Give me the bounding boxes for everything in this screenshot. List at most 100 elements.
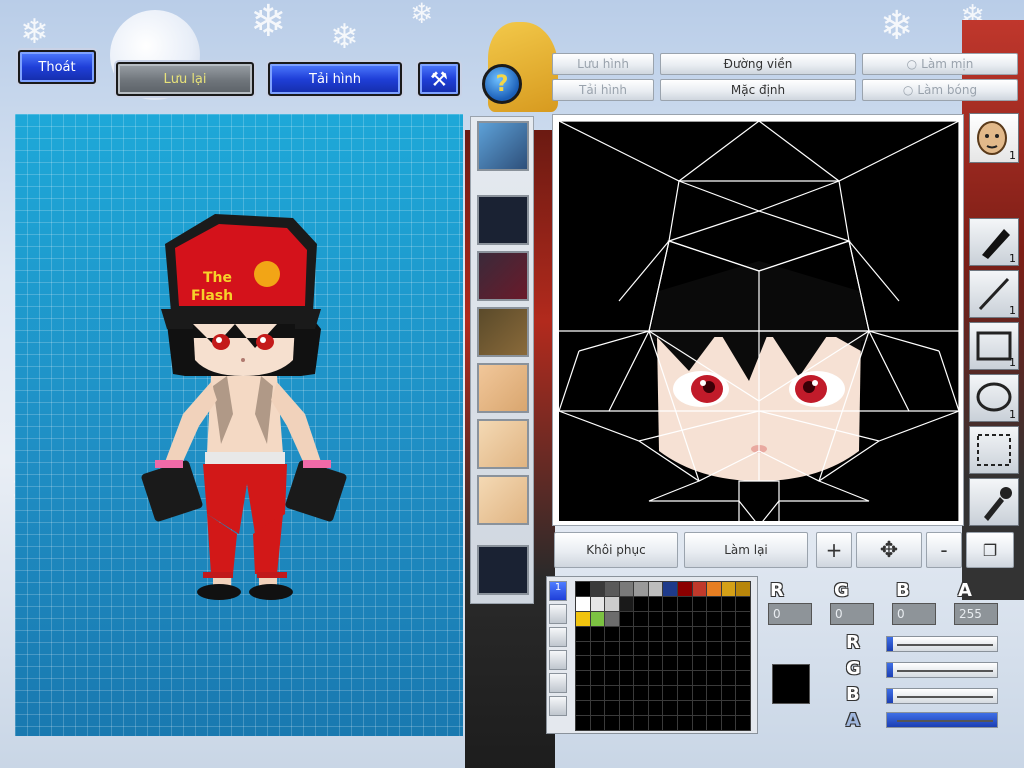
palette-swatch[interactable]	[619, 626, 634, 641]
line-tool-button[interactable]: 1	[969, 270, 1019, 318]
palette-swatch[interactable]	[605, 596, 619, 611]
palette-swatch[interactable]	[707, 641, 721, 656]
palette-swatch[interactable]	[721, 626, 736, 641]
ellipse-tool-button[interactable]: 1	[969, 374, 1019, 422]
palette-swatch[interactable]	[736, 686, 750, 701]
palette-swatch[interactable]	[707, 716, 721, 730]
thumb-body[interactable]	[477, 307, 529, 357]
texture-editor[interactable]	[552, 114, 964, 527]
palette-swatch[interactable]	[678, 611, 692, 626]
palette-swatch[interactable]	[678, 582, 692, 596]
palette-swatch[interactable]	[648, 686, 663, 701]
palette-swatch[interactable]	[678, 701, 692, 716]
palette-swatch[interactable]	[634, 582, 648, 596]
palette-swatch[interactable]	[634, 701, 648, 716]
palette-swatch[interactable]	[736, 671, 750, 686]
palette-swatch[interactable]	[736, 656, 750, 671]
save-image-button[interactable]: Lưu hình	[552, 53, 654, 75]
gloss-option[interactable]: ○ Làm bóng	[862, 79, 1018, 101]
palette-swatch[interactable]	[721, 686, 736, 701]
palette-swatch[interactable]	[707, 701, 721, 716]
palette-swatch[interactable]	[605, 582, 619, 596]
palette-swatch[interactable]	[605, 656, 619, 671]
save-button[interactable]: Lưu lại	[116, 62, 254, 96]
palette-tab[interactable]	[549, 627, 567, 647]
pen-tool-button[interactable]: 1	[969, 218, 1019, 266]
palette-swatch[interactable]	[648, 596, 663, 611]
palette-swatch[interactable]	[590, 701, 605, 716]
palette-swatch[interactable]	[736, 611, 750, 626]
palette-swatch[interactable]	[721, 611, 736, 626]
palette-swatch[interactable]	[692, 641, 707, 656]
palette-swatch[interactable]	[736, 582, 750, 596]
restore-button[interactable]: Khôi phục	[554, 532, 678, 568]
palette-swatch[interactable]	[736, 716, 750, 730]
palette-swatch[interactable]	[663, 582, 678, 596]
rect-tool-button[interactable]: 1	[969, 322, 1019, 370]
palette-swatch[interactable]	[576, 656, 590, 671]
palette-swatch[interactable]	[634, 656, 648, 671]
palette-swatch[interactable]	[634, 716, 648, 730]
palette-swatch[interactable]	[692, 656, 707, 671]
zoom-out-button[interactable]: -	[926, 532, 962, 568]
palette-swatch[interactable]	[707, 656, 721, 671]
thumb-hat[interactable]	[477, 251, 529, 301]
palette-swatch[interactable]	[576, 611, 590, 626]
palette-swatch[interactable]	[605, 611, 619, 626]
exit-button[interactable]: Thoát	[18, 50, 96, 84]
palette-swatch[interactable]	[648, 641, 663, 656]
eyedropper-tool-button[interactable]	[969, 478, 1019, 526]
palette-swatch[interactable]	[663, 596, 678, 611]
palette-swatch[interactable]	[619, 596, 634, 611]
palette-swatch[interactable]	[663, 641, 678, 656]
palette-swatch[interactable]	[619, 686, 634, 701]
r-slider[interactable]	[886, 636, 998, 652]
palette-swatch[interactable]	[678, 686, 692, 701]
palette-swatch[interactable]	[576, 641, 590, 656]
palette-swatch[interactable]	[707, 582, 721, 596]
palette-swatch[interactable]	[576, 671, 590, 686]
palette-swatch[interactable]	[634, 626, 648, 641]
palette-swatch[interactable]	[707, 626, 721, 641]
palette-swatch[interactable]	[721, 671, 736, 686]
b-slider[interactable]	[886, 688, 998, 704]
palette-swatch[interactable]	[576, 686, 590, 701]
palette-swatch[interactable]	[576, 716, 590, 730]
texture-canvas[interactable]	[558, 120, 960, 527]
palette-swatch[interactable]	[678, 716, 692, 730]
palette-swatch[interactable]	[590, 686, 605, 701]
palette-swatch[interactable]	[619, 671, 634, 686]
palette-swatch[interactable]	[634, 671, 648, 686]
palette-swatch[interactable]	[692, 686, 707, 701]
palette-swatch[interactable]	[605, 686, 619, 701]
layer-button[interactable]: ❐	[966, 532, 1014, 568]
select-tool-button[interactable]	[969, 426, 1019, 474]
redo-button[interactable]: Làm lại	[684, 532, 808, 568]
b-value-field[interactable]: 0	[892, 603, 936, 625]
palette-swatch[interactable]	[576, 626, 590, 641]
palette-swatch[interactable]	[707, 611, 721, 626]
thumb-face[interactable]	[477, 363, 529, 413]
palette-swatch[interactable]	[590, 671, 605, 686]
palette-swatch[interactable]	[634, 596, 648, 611]
palette-swatch[interactable]	[692, 716, 707, 730]
thumb-empty[interactable]	[477, 195, 529, 245]
palette-swatch[interactable]	[736, 641, 750, 656]
palette-swatch[interactable]	[605, 701, 619, 716]
thumb-head[interactable]	[477, 121, 529, 171]
palette-swatch[interactable]	[692, 611, 707, 626]
palette-swatch[interactable]	[590, 656, 605, 671]
palette-swatch[interactable]	[678, 626, 692, 641]
hammer-button[interactable]: ⚒	[418, 62, 460, 96]
palette-tab[interactable]	[549, 696, 567, 716]
a-slider[interactable]	[886, 712, 998, 728]
zoom-in-button[interactable]: +	[816, 532, 852, 568]
g-value-field[interactable]: 0	[830, 603, 874, 625]
a-value-field[interactable]: 255	[954, 603, 998, 625]
palette-swatch[interactable]	[692, 582, 707, 596]
palette-swatch[interactable]	[678, 641, 692, 656]
palette-swatch[interactable]	[663, 611, 678, 626]
palette-swatch[interactable]	[678, 596, 692, 611]
palette-swatch[interactable]	[721, 701, 736, 716]
palette-swatch[interactable]	[692, 671, 707, 686]
